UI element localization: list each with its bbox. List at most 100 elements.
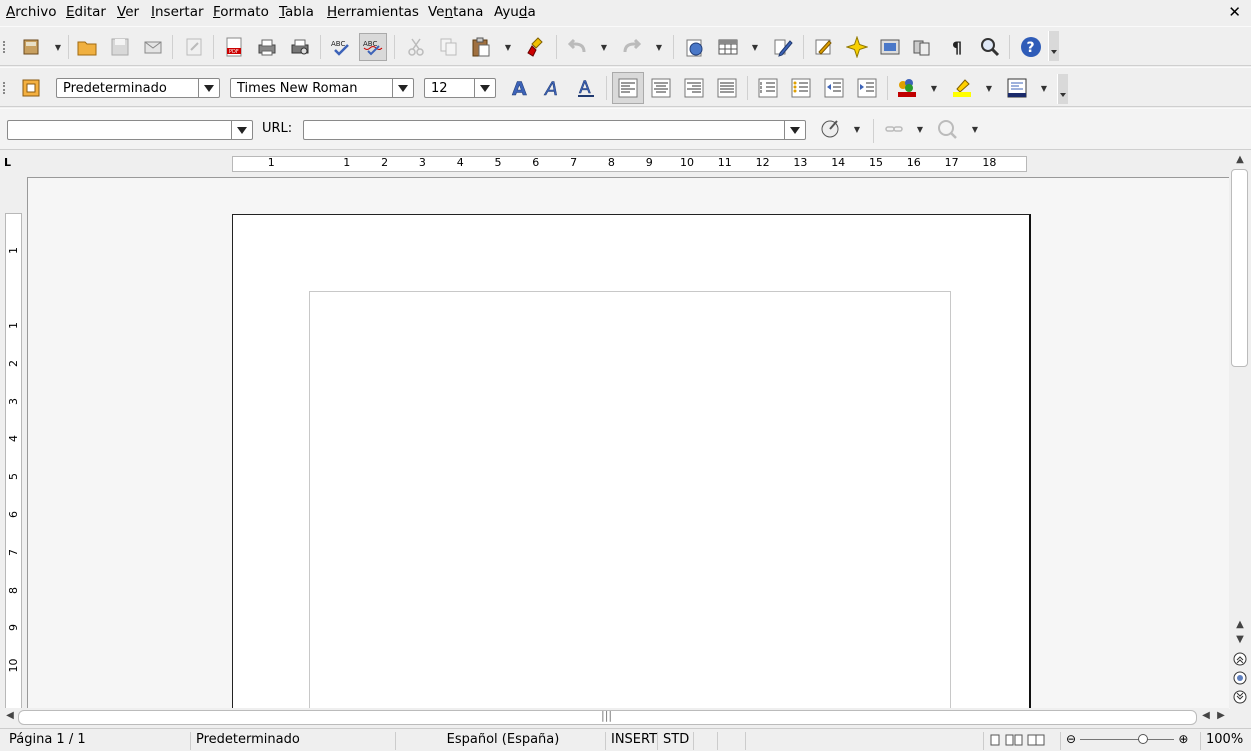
insert-mode-indicator[interactable]: INSERT [605, 732, 657, 750]
book-view-icon[interactable] [1027, 734, 1045, 746]
autospellcheck-toggle[interactable]: ABC [359, 33, 387, 61]
paste-dropdown[interactable]: ▼ [503, 33, 513, 61]
zoom-button[interactable] [976, 33, 1004, 61]
close-document-button[interactable]: ✕ [1228, 3, 1241, 21]
vertical-scrollbar[interactable]: ▲ ▲ ▼ [1229, 151, 1251, 708]
edit-file-button[interactable] [180, 33, 208, 61]
font-size-select[interactable]: 12 [424, 78, 496, 98]
horizontal-scrollbar[interactable]: ◀ ||| ◀ ▶ [0, 708, 1229, 727]
open-button[interactable] [73, 33, 101, 61]
page-style-indicator[interactable]: Predeterminado [190, 732, 390, 750]
menu-herramientas[interactable]: Herramientas [327, 4, 419, 20]
align-center-button[interactable] [647, 74, 675, 102]
page-indicator[interactable]: Página 1 / 1 [4, 732, 186, 750]
menu-editar[interactable]: Editar [66, 4, 106, 20]
toolbar-grip[interactable] [3, 41, 11, 53]
bold-button[interactable]: A [506, 74, 534, 102]
export-pdf-button[interactable]: PDF [220, 33, 248, 61]
single-page-view-icon[interactable] [989, 734, 1001, 746]
link-dropdown[interactable]: ▼ [915, 115, 925, 143]
justify-button[interactable] [713, 74, 741, 102]
selection-mode-indicator[interactable]: STD [657, 732, 693, 750]
show-draw-functions-button[interactable] [769, 33, 797, 61]
align-left-button[interactable] [612, 72, 644, 104]
redo-dropdown[interactable]: ▼ [654, 33, 664, 61]
paragraph-style-select[interactable]: Predeterminado [56, 78, 220, 98]
spellcheck-button[interactable]: ABC [327, 33, 355, 61]
clone-formatting-button[interactable] [522, 33, 550, 61]
formatting-marks-toggle[interactable]: ¶ [943, 33, 971, 61]
document-canvas[interactable] [27, 177, 1230, 709]
navigator-button[interactable] [843, 33, 871, 61]
scroll-right-arrow[interactable]: ▶ [1215, 710, 1227, 722]
link-button[interactable] [880, 115, 908, 143]
menu-ventana[interactable]: Ventana [428, 4, 483, 20]
document-page[interactable] [232, 214, 1031, 709]
toolbar-overflow-button[interactable] [1057, 74, 1068, 104]
styles-formatting-button[interactable] [17, 74, 45, 102]
background-color-dropdown[interactable]: ▼ [1039, 74, 1049, 102]
scroll-up-arrow[interactable]: ▲ [1234, 154, 1246, 166]
zoom-in-icon[interactable]: ⊕ [1178, 732, 1188, 746]
find-in-web-dropdown[interactable]: ▼ [970, 115, 980, 143]
link-type-dropdown[interactable]: ▼ [852, 115, 862, 143]
new-document-dropdown[interactable]: ▼ [53, 33, 63, 61]
email-document-button[interactable] [139, 33, 167, 61]
hyperlink-name-input[interactable] [7, 120, 253, 140]
hyperlink-button[interactable] [681, 33, 709, 61]
highlighting-button[interactable] [948, 74, 976, 102]
background-color-button[interactable] [1003, 74, 1031, 102]
bullets-button[interactable] [787, 74, 815, 102]
copy-button[interactable] [435, 33, 463, 61]
chevron-down-icon[interactable] [784, 121, 805, 139]
redo-button[interactable] [618, 33, 646, 61]
align-right-button[interactable] [680, 74, 708, 102]
zoom-out-icon[interactable]: ⊖ [1066, 732, 1076, 746]
highlighting-dropdown[interactable]: ▼ [984, 74, 994, 102]
vertical-ruler[interactable]: 1 1 2 3 4 5 6 7 8 9 10 [0, 177, 26, 715]
vertical-scroll-thumb[interactable] [1231, 169, 1248, 367]
horizontal-ruler[interactable]: L 1 1 2 3 4 5 6 7 8 9 10 11 12 13 14 15 16 17 18 [0, 151, 1229, 177]
chevron-down-icon[interactable] [474, 79, 495, 97]
previous-page-button[interactable] [1233, 652, 1247, 666]
scroll-down-arrow[interactable]: ▼ [1234, 634, 1246, 646]
chevron-down-icon[interactable] [198, 79, 219, 97]
zoom-track[interactable] [1080, 734, 1175, 744]
zoom-level[interactable]: 100% [1200, 732, 1250, 750]
help-button[interactable]: ? [1017, 33, 1045, 61]
menu-formato[interactable]: Formato [213, 4, 269, 20]
cut-button[interactable] [402, 33, 430, 61]
scroll-left-arrow[interactable]: ◀ [4, 710, 16, 722]
font-color-dropdown[interactable]: ▼ [929, 74, 939, 102]
chevron-down-icon[interactable] [231, 121, 252, 139]
gallery-button[interactable] [876, 33, 904, 61]
url-input[interactable] [303, 120, 806, 140]
menu-archivo[interactable]: Archivo [6, 4, 56, 20]
menu-ayuda[interactable]: Ayuda [494, 4, 536, 20]
print-preview-button[interactable] [286, 33, 314, 61]
zoom-slider[interactable]: ⊖ ⊕ [1060, 732, 1198, 750]
menu-insertar[interactable]: Insertar [151, 4, 204, 20]
undo-button[interactable] [563, 33, 591, 61]
menu-tabla[interactable]: Tabla [279, 4, 314, 20]
next-page-button[interactable] [1233, 690, 1247, 704]
table-button[interactable] [714, 33, 742, 61]
digital-signature-indicator[interactable] [717, 732, 745, 750]
scroll-left-arrow[interactable]: ◀ [1200, 710, 1212, 722]
tab-stop-type-selector[interactable]: L [4, 156, 18, 170]
zoom-handle[interactable] [1138, 734, 1149, 744]
decrease-indent-button[interactable] [820, 74, 848, 102]
table-dropdown[interactable]: ▼ [750, 33, 760, 61]
multi-page-view-icon[interactable] [1005, 734, 1023, 746]
underline-button[interactable]: A [572, 74, 600, 102]
font-color-button[interactable] [893, 74, 921, 102]
font-name-select[interactable]: Times New Roman [230, 78, 414, 98]
data-sources-button[interactable] [908, 33, 936, 61]
find-in-web-button[interactable] [933, 115, 961, 143]
increase-indent-button[interactable] [853, 74, 881, 102]
chevron-down-icon[interactable] [392, 79, 413, 97]
text-boundary[interactable] [309, 291, 951, 709]
hyperlink-link-type-button[interactable] [816, 115, 844, 143]
horizontal-scroll-thumb[interactable]: ||| [18, 709, 1197, 725]
menu-ver[interactable]: Ver [117, 4, 139, 20]
